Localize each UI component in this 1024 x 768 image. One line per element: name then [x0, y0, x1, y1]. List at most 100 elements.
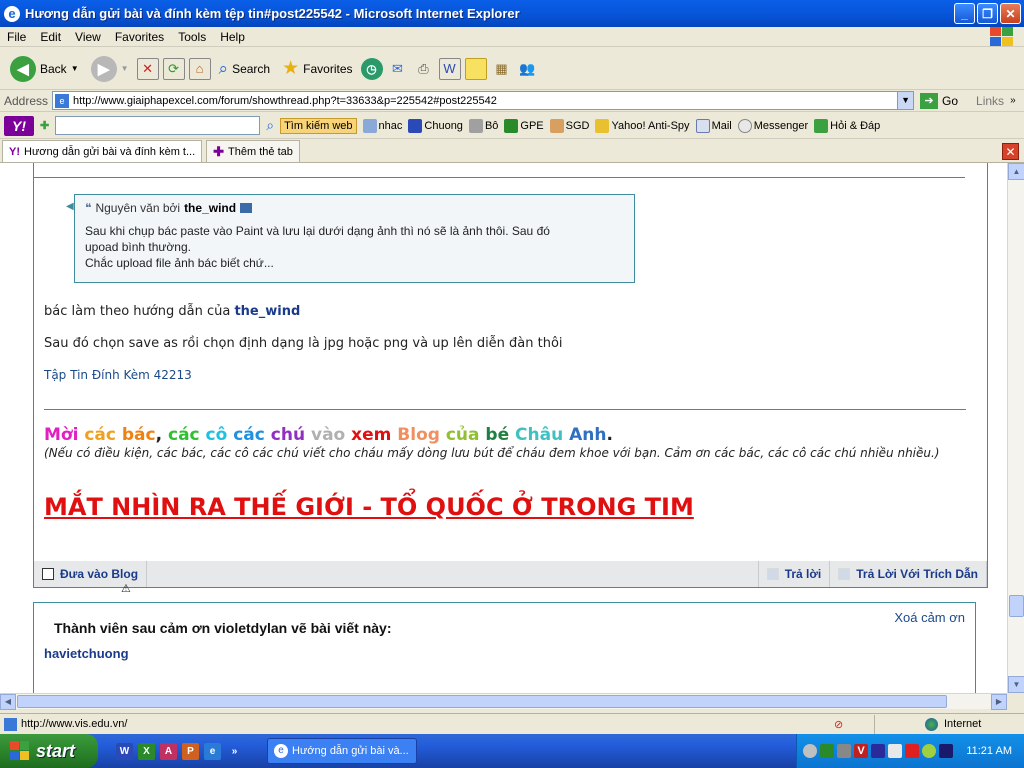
- ie-icon[interactable]: e: [204, 742, 221, 760]
- yahoo-item-chuong[interactable]: Chuong: [408, 118, 463, 133]
- vertical-scrollbar[interactable]: ▲ ▼: [1007, 163, 1024, 693]
- scroll-right-icon[interactable]: ▶: [991, 694, 1007, 710]
- scroll-up-icon[interactable]: ▲: [1008, 163, 1024, 180]
- remove-thanks-link[interactable]: Xoá cảm ơn: [894, 610, 965, 625]
- view-post-icon[interactable]: [240, 203, 253, 213]
- access-icon[interactable]: A: [160, 742, 177, 760]
- restore-button[interactable]: ❐: [977, 3, 998, 24]
- close-tab-icon[interactable]: ✕: [1002, 143, 1019, 160]
- tray-icon-3[interactable]: [837, 744, 851, 758]
- horizontal-scrollbar[interactable]: ◀ ▶: [0, 693, 1007, 710]
- word-icon[interactable]: W: [116, 742, 133, 760]
- address-url[interactable]: http://www.giaiphapexcel.com/forum/showt…: [73, 95, 897, 107]
- scroll-left-icon[interactable]: ◀: [0, 694, 16, 710]
- yahoo-item-mail[interactable]: Mail: [695, 118, 732, 133]
- tray-icon-2[interactable]: [820, 744, 834, 758]
- yahoo-search-icon[interactable]: ⌕: [266, 117, 274, 134]
- address-input[interactable]: e http://www.giaiphapexcel.com/forum/sho…: [52, 91, 915, 110]
- report-warning-icon[interactable]: ⚠: [121, 582, 131, 595]
- yahoo-item-sgd[interactable]: SGD: [549, 118, 589, 133]
- print-icon[interactable]: ⎙: [413, 58, 435, 80]
- quick-launch-more-icon[interactable]: »: [226, 743, 243, 760]
- yahoo-logo-icon[interactable]: Y!: [4, 115, 34, 136]
- links-chevron-icon[interactable]: »: [1010, 95, 1016, 106]
- yahoo-item-bo[interactable]: Bô: [468, 118, 498, 133]
- research-icon[interactable]: ▦: [491, 58, 513, 80]
- quote-line: upoad bình thường.: [85, 240, 191, 254]
- yahoo-search-button[interactable]: Tìm kiếm web: [280, 117, 357, 134]
- search-button[interactable]: ⌕ Search: [215, 57, 275, 81]
- quote-reply-button[interactable]: Trả Lời Với Trích Dẫn: [830, 561, 987, 587]
- tab-active[interactable]: Y! Hư­ơng dẫn gửi bài và đính kèm t...: [2, 140, 203, 162]
- thanks-user-link[interactable]: havietchuong: [44, 646, 129, 661]
- taskbar-task-label: Hướng dẫn gửi bài và...: [292, 745, 409, 757]
- yahoo-item-messenger[interactable]: Messenger: [737, 118, 808, 133]
- tray-icon-6[interactable]: [888, 744, 902, 758]
- clock: 11:21 AM: [966, 745, 1012, 757]
- menu-file[interactable]: File: [0, 30, 33, 44]
- forward-button[interactable]: ▶ ▼: [87, 54, 133, 84]
- new-tab-button[interactable]: ✚ Thêm thẻ tab: [206, 140, 300, 162]
- answers-icon: [814, 118, 829, 133]
- notes-icon[interactable]: [464, 57, 487, 80]
- vertical-scroll-thumb[interactable]: [1009, 595, 1024, 617]
- signature-colored-line[interactable]: Mời các bác, các cô các chú vào xem Blog…: [44, 425, 613, 445]
- yahoo-item-antispy[interactable]: Yahoo! Anti-Spy: [595, 118, 690, 133]
- tray-icon-1[interactable]: [803, 744, 817, 758]
- stop-icon[interactable]: ✕: [136, 57, 159, 80]
- history-icon[interactable]: ◷: [360, 57, 383, 80]
- close-button[interactable]: ✕: [1000, 3, 1021, 24]
- taskbar-ie-window[interactable]: e Hướng dẫn gửi bài và...: [267, 738, 417, 764]
- menu-favorites[interactable]: Favorites: [108, 30, 171, 44]
- blog-icon: [42, 568, 54, 580]
- messenger-people-icon[interactable]: 👥: [517, 58, 539, 80]
- menu-tools[interactable]: Tools: [171, 30, 213, 44]
- page-viewport: ◀ ❝ Nguyên văn bởi the_wind Sau khi chụp…: [0, 163, 1007, 693]
- signature-word: các: [84, 425, 122, 445]
- signature-word: các: [168, 425, 206, 445]
- scroll-down-icon[interactable]: ▼: [1008, 676, 1024, 693]
- minimize-button[interactable]: _: [954, 3, 975, 24]
- horizontal-scroll-thumb[interactable]: [17, 695, 947, 708]
- go-label: Go: [942, 93, 959, 108]
- start-button[interactable]: start: [0, 734, 98, 768]
- signature-word: các: [233, 425, 271, 445]
- signature-slogan[interactable]: MẮT NHÌN RA THẾ GIỚI - TỔ QUỐC Ở TRONG T…: [44, 493, 694, 521]
- menu-edit[interactable]: Edit: [33, 30, 68, 44]
- favorites-button[interactable]: ★ Favorites: [278, 55, 356, 82]
- home-icon[interactable]: ⌂: [188, 57, 211, 80]
- tray-icon-7[interactable]: [905, 744, 919, 758]
- search-icon: ⌕: [218, 58, 229, 78]
- excel-icon[interactable]: X: [138, 742, 155, 760]
- yahoo-addon-icon[interactable]: ✚: [40, 119, 49, 132]
- mail-icon[interactable]: ✉: [387, 58, 409, 80]
- go-button[interactable]: ➔ Go: [920, 92, 959, 109]
- menu-view[interactable]: View: [68, 30, 108, 44]
- attachment-link[interactable]: Tập Tin Đính Kèm 42213: [44, 368, 192, 382]
- tray-icon-8[interactable]: [922, 744, 936, 758]
- tray-icon-9[interactable]: [939, 744, 953, 758]
- quote-collapse-icon[interactable]: ◀: [66, 201, 74, 212]
- reply-button[interactable]: Trả lời: [757, 561, 831, 587]
- quote-author: the_wind: [184, 201, 237, 215]
- standard-toolbar: ◀ Back ▼ ▶ ▼ ✕ ⟳ ⌂ ⌕ Search ★ Favorites …: [0, 48, 1024, 90]
- popup-blocker-icon[interactable]: ⊘: [834, 718, 874, 731]
- refresh-icon[interactable]: ⟳: [162, 57, 185, 80]
- tab-bar: Y! Hư­ơng dẫn gửi bài và đính kèm t... ✚…: [0, 140, 1024, 163]
- forward-dropdown-icon[interactable]: ▼: [121, 64, 129, 73]
- links-button[interactable]: Links: [976, 94, 1004, 108]
- menu-help[interactable]: Help: [213, 30, 252, 44]
- yahoo-item-hoidap[interactable]: Hỏi & Đáp: [814, 118, 880, 133]
- yahoo-search-input[interactable]: [55, 116, 261, 135]
- tray-icon-v[interactable]: V: [854, 744, 868, 758]
- address-dropdown-icon[interactable]: ▼: [897, 92, 914, 109]
- edit-word-icon[interactable]: W: [438, 57, 461, 80]
- powerpoint-icon[interactable]: P: [182, 742, 199, 760]
- tray-icon-5[interactable]: [871, 744, 885, 758]
- back-button[interactable]: ◀ Back ▼: [6, 54, 83, 84]
- post-mentioned-author[interactable]: the_wind: [234, 304, 300, 319]
- forward-arrow-icon: ▶: [90, 55, 117, 82]
- yahoo-item-gpe[interactable]: GPE: [504, 118, 544, 133]
- back-dropdown-icon[interactable]: ▼: [71, 64, 79, 73]
- yahoo-item-nhac[interactable]: nhac: [362, 118, 402, 133]
